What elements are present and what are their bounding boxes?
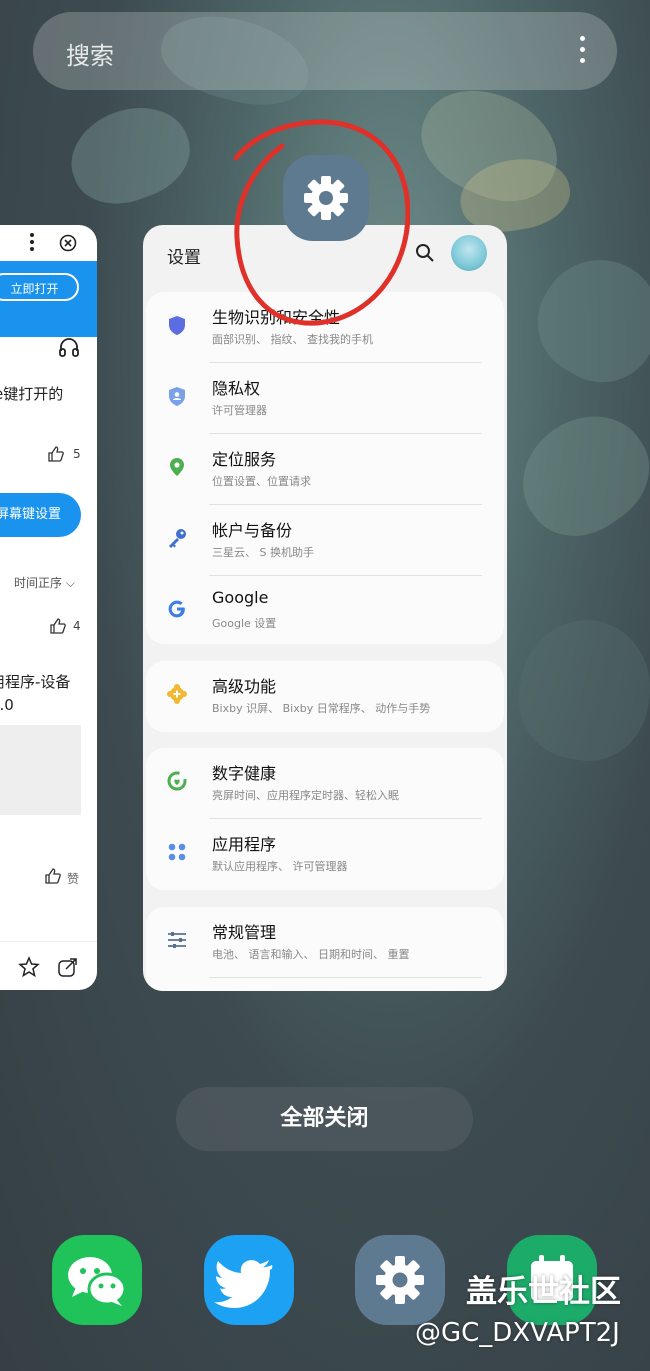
more-vertical-icon[interactable]: [30, 233, 34, 251]
settings-item-google[interactable]: Google Google 设置: [146, 576, 504, 647]
wellbeing-icon: [167, 771, 187, 791]
thumbs-up-icon[interactable]: [50, 618, 66, 634]
item-title: 隐私权: [212, 379, 261, 398]
image-placeholder: [0, 725, 81, 815]
item-subtitle: Bixby 识屏、 Bixby 日常程序、 动作与手势: [212, 702, 431, 715]
settings-item-accounts-backup[interactable]: 帐户与备份 三星云、 S 换机助手: [146, 505, 504, 576]
article-text: 0.0: [0, 696, 14, 714]
item-subtitle: 亮屏时间、应用程序定时器、轻松入眠: [212, 789, 399, 802]
settings-item-advanced-features[interactable]: 高级功能 Bixby 识屏、 Bixby 日常程序、 动作与手势: [146, 661, 504, 732]
headphones-icon[interactable]: [58, 337, 80, 357]
card-header: [0, 225, 97, 261]
thumbs-up-icon[interactable]: [45, 868, 61, 884]
like-count: 4: [73, 619, 81, 633]
page-title: 设置: [167, 248, 201, 268]
item-title: 数字健康: [212, 764, 277, 783]
settings-group-wellbeing: 数字健康 亮屏时间、应用程序定时器、轻松入眠 应用程序 默认应用程序、 许可管理…: [146, 748, 504, 890]
item-title: 定位服务: [212, 450, 277, 469]
item-title: 高级功能: [212, 677, 277, 696]
share-icon[interactable]: [57, 956, 79, 978]
article-text: 用程序-设备: [0, 673, 71, 691]
like-label: 赞: [67, 872, 80, 886]
star-icon[interactable]: [18, 956, 40, 978]
dock-app-wechat[interactable]: [52, 1235, 142, 1325]
thumbs-up-icon[interactable]: [48, 446, 64, 462]
item-subtitle: 许可管理器: [212, 404, 267, 417]
settings-group-advanced: 高级功能 Bixby 识屏、 Bixby 日常程序、 动作与手势: [146, 661, 504, 732]
puzzle-gear-icon: [167, 684, 187, 704]
item-subtitle: Google 设置: [212, 617, 277, 630]
search-icon[interactable]: [415, 243, 435, 263]
watermark-community: 盖乐世社区: [466, 1274, 621, 1310]
item-subtitle: 电池、 语言和输入、 日期和时间、 重置: [212, 948, 410, 961]
privacy-shield-icon: [169, 387, 185, 406]
like-count: 5: [73, 447, 81, 461]
item-title: 帐户与备份: [212, 521, 293, 540]
key-icon: [169, 529, 186, 548]
close-circle-icon[interactable]: [59, 234, 77, 252]
settings-group-general: 常规管理 电池、 语言和输入、 日期和时间、 重置: [146, 907, 504, 991]
item-subtitle: 三星云、 S 换机助手: [212, 546, 314, 559]
settings-item-general-management[interactable]: 常规管理 电池、 语言和输入、 日期和时间、 重置: [146, 907, 504, 978]
item-subtitle: 面部识别、 指纹、 查找我的手机: [212, 333, 373, 346]
sliders-icon: [168, 932, 186, 948]
recents-search-bar[interactable]: 搜索: [33, 12, 617, 90]
item-subtitle: 位置设置、位置请求: [212, 475, 311, 488]
item-subtitle: 默认应用程序、 许可管理器: [212, 860, 348, 873]
dock-app-settings[interactable]: [355, 1235, 445, 1325]
avatar[interactable]: [451, 235, 487, 271]
settings-item-apps[interactable]: 应用程序 默认应用程序、 许可管理器: [146, 819, 504, 890]
settings-group-security: 生物识别和安全性 面部识别、 指纹、 查找我的手机 隐私权 许可管理器 定位服务…: [146, 292, 504, 644]
bottom-toolbar: [0, 941, 97, 990]
twitter-icon: [214, 1260, 273, 1308]
shield-icon: [169, 316, 185, 335]
item-title: 应用程序: [212, 835, 277, 854]
google-icon: [168, 600, 185, 618]
recent-app-card-browser[interactable]: 立即打开 e键打开的 5 屏幕键设置 时间正序 ⌵ 4 用程序-设备 0.0 赞: [0, 225, 97, 990]
item-title: 常规管理: [212, 923, 277, 942]
settings-item-location[interactable]: 定位服务 位置设置、位置请求: [146, 434, 504, 505]
sort-order-dropdown[interactable]: 时间正序 ⌵: [14, 574, 75, 591]
search-placeholder: 搜索: [66, 42, 114, 70]
location-pin-icon: [170, 458, 184, 476]
article-text: e键打开的: [0, 385, 64, 403]
watermark-username: @GC_DXVAPT2J: [415, 1318, 620, 1348]
open-now-button[interactable]: 立即打开: [0, 273, 79, 301]
apps-grid-icon: [168, 843, 186, 861]
settings-icon: [376, 1256, 424, 1304]
close-all-button[interactable]: 全部关闭: [176, 1087, 473, 1151]
settings-item-digital-wellbeing[interactable]: 数字健康 亮屏时间、应用程序定时器、轻松入眠: [146, 748, 504, 819]
more-options-icon[interactable]: [579, 36, 587, 66]
lock-key-settings-button[interactable]: 屏幕键设置: [0, 493, 81, 537]
red-annotation-circle: [233, 119, 410, 326]
dock-app-twitter[interactable]: [204, 1235, 294, 1325]
wechat-icon: [68, 1257, 127, 1306]
item-title: Google: [212, 588, 269, 607]
recent-app-card-settings[interactable]: 设置 生物识别和安全性 面部识别、 指纹、 查找我的手机 隐私权 许可管理器 定…: [143, 225, 507, 991]
settings-item-privacy[interactable]: 隐私权 许可管理器: [146, 363, 504, 434]
open-app-banner: 立即打开: [0, 261, 97, 337]
